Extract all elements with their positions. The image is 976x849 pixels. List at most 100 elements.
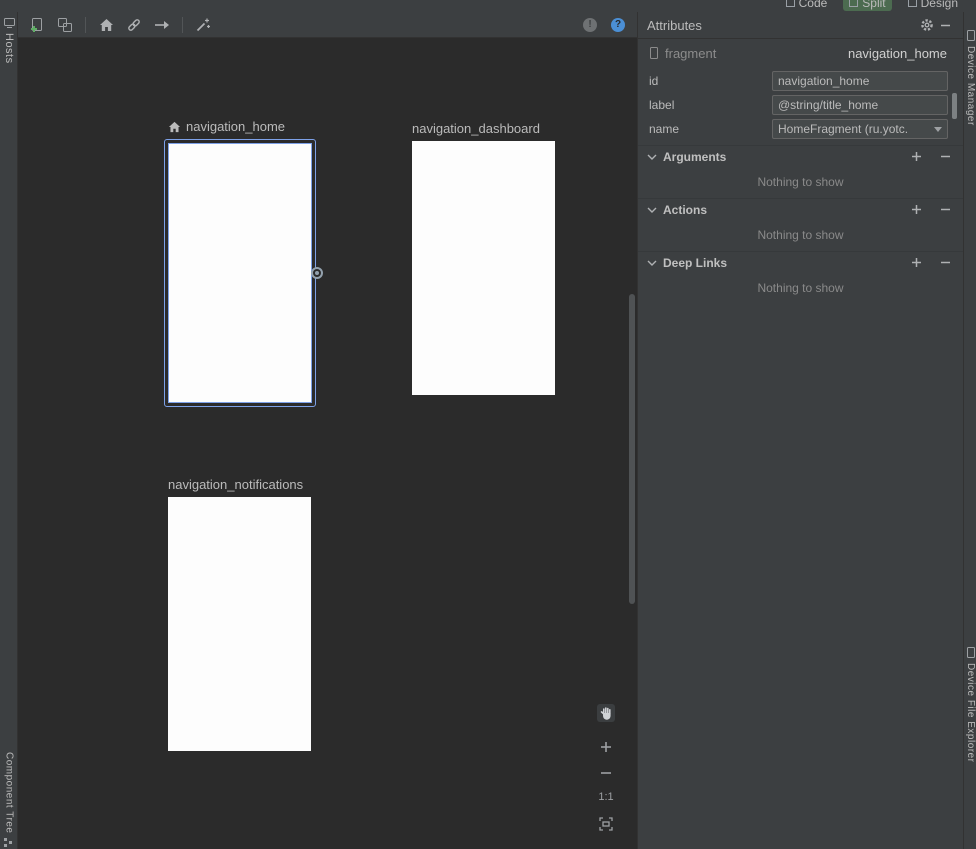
assign-start-destination-button[interactable] — [95, 15, 117, 35]
panel-settings-button[interactable] — [918, 16, 936, 34]
fragment-preview — [168, 143, 312, 403]
section-deep-links-title: Deep Links — [663, 256, 727, 270]
section-arguments-title: Arguments — [663, 150, 726, 164]
add-action-button[interactable] — [907, 201, 925, 219]
minus-icon — [600, 767, 612, 779]
plus-icon — [600, 741, 612, 753]
tab-split[interactable]: Split — [843, 0, 891, 11]
fragment-label: navigation_home — [186, 119, 285, 134]
fragment-label: navigation_dashboard — [412, 121, 540, 136]
label-input[interactable] — [772, 95, 948, 115]
pan-tool-button[interactable] — [597, 704, 615, 722]
panel-minimize-button[interactable] — [936, 16, 954, 34]
help-button[interactable]: ? — [607, 15, 629, 35]
fragment-navigation-dashboard[interactable]: navigation_dashboard — [412, 121, 555, 395]
tool-tab-device-manager-label: Device Manager — [965, 46, 976, 126]
tab-split-label: Split — [862, 0, 885, 10]
section-actions-title: Actions — [663, 203, 707, 217]
minus-icon — [940, 204, 951, 215]
arrow-right-icon — [154, 19, 170, 31]
attributes-scrollbar-thumb[interactable] — [952, 93, 957, 119]
toolbar-separator — [182, 17, 183, 33]
tool-tab-device-file-explorer-label: Device File Explorer — [965, 663, 976, 762]
field-row-name: name HomeFragment (ru.yotc. — [649, 118, 947, 140]
deep-link-button[interactable] — [123, 15, 145, 35]
actions-empty-text: Nothing to show — [638, 220, 963, 251]
action-handle[interactable] — [311, 267, 323, 279]
new-destination-button[interactable] — [26, 15, 48, 35]
zoom-out-button[interactable] — [598, 765, 614, 781]
right-tool-strip: Device Manager Device File Explorer — [963, 12, 976, 849]
attributes-panel-header: Attributes — [638, 12, 963, 39]
tool-tab-hosts-label: Hosts — [3, 33, 15, 64]
id-field-label: id — [649, 74, 772, 88]
component-type-label: fragment — [665, 46, 716, 61]
split-icon — [849, 0, 858, 7]
help-icon: ? — [611, 18, 625, 32]
tool-tab-device-file-explorer[interactable]: Device File Explorer — [964, 647, 976, 762]
plus-icon — [911, 151, 922, 162]
fragment-frame-selected[interactable] — [164, 139, 316, 407]
fragment-label: navigation_notifications — [168, 477, 303, 492]
fragment-preview[interactable] — [412, 141, 555, 395]
device-manager-icon — [967, 30, 975, 41]
action-handle-dot — [315, 271, 319, 275]
minus-icon — [940, 151, 951, 162]
zoom-scale-label[interactable]: 1:1 — [595, 791, 617, 803]
name-select[interactable]: HomeFragment (ru.yotc. — [772, 119, 948, 139]
zoom-to-fit-button[interactable] — [598, 816, 614, 832]
zoom-in-button[interactable] — [598, 739, 614, 755]
fragment-icon — [649, 46, 659, 60]
remove-argument-button[interactable] — [936, 148, 954, 166]
chevron-down-icon — [647, 153, 657, 161]
id-input[interactable] — [772, 71, 948, 91]
tab-code[interactable]: Code — [780, 0, 834, 11]
toolbar-separator — [85, 17, 86, 33]
canvas-vertical-scrollbar[interactable] — [629, 294, 635, 604]
remove-action-button[interactable] — [936, 201, 954, 219]
field-row-id: id — [649, 70, 947, 92]
attributes-panel: Attributes fragment navigation_home id l… — [637, 12, 963, 849]
auto-arrange-button[interactable] — [192, 15, 214, 35]
chevron-down-icon — [934, 127, 942, 132]
minus-icon — [940, 257, 951, 268]
attributes-panel-title: Attributes — [647, 18, 702, 33]
remove-deep-link-button[interactable] — [936, 254, 954, 272]
name-select-value: HomeFragment (ru.yotc. — [778, 122, 930, 136]
add-argument-button[interactable] — [907, 148, 925, 166]
chevron-down-icon — [647, 259, 657, 267]
attribute-sections: Arguments Nothing to show Actions Nothin… — [638, 145, 963, 304]
add-deep-link-button[interactable] — [907, 254, 925, 272]
plus-icon — [911, 257, 922, 268]
left-tool-strip: Hosts Component Tree — [0, 12, 18, 849]
fragment-navigation-home[interactable]: navigation_home — [164, 119, 316, 407]
tab-code-label: Code — [799, 0, 828, 10]
section-arguments-header[interactable]: Arguments — [638, 145, 963, 167]
tool-tab-component-tree-label: Component Tree — [4, 752, 15, 834]
nested-graph-button[interactable] — [54, 15, 76, 35]
tool-tab-component-tree[interactable]: Component Tree — [0, 752, 18, 848]
tool-tab-hosts[interactable]: Hosts — [0, 18, 18, 64]
tab-design[interactable]: Design — [902, 0, 964, 11]
section-actions-header[interactable]: Actions — [638, 198, 963, 220]
tool-tab-device-manager[interactable]: Device Manager — [964, 30, 976, 126]
magic-wand-icon — [195, 17, 211, 33]
hosts-icon — [4, 18, 15, 28]
warning-icon: ! — [583, 18, 597, 32]
field-row-label: label — [649, 94, 947, 116]
component-summary-row: fragment navigation_home — [649, 44, 947, 62]
chevron-down-icon — [647, 206, 657, 214]
component-id-value: navigation_home — [848, 46, 947, 61]
label-field-label: label — [649, 98, 772, 112]
arguments-empty-text: Nothing to show — [638, 167, 963, 198]
section-deep-links-header[interactable]: Deep Links — [638, 251, 963, 273]
design-canvas[interactable]: navigation_home navigation_dashboard nav… — [18, 38, 637, 849]
fragment-navigation-notifications[interactable]: navigation_notifications — [168, 477, 311, 751]
fragment-preview[interactable] — [168, 497, 311, 751]
new-destination-icon — [29, 17, 45, 33]
errors-indicator[interactable]: ! — [579, 15, 601, 35]
link-icon — [126, 17, 142, 33]
canvas-toolbar: ! ? — [18, 12, 637, 38]
action-button[interactable] — [151, 15, 173, 35]
plus-icon — [911, 204, 922, 215]
